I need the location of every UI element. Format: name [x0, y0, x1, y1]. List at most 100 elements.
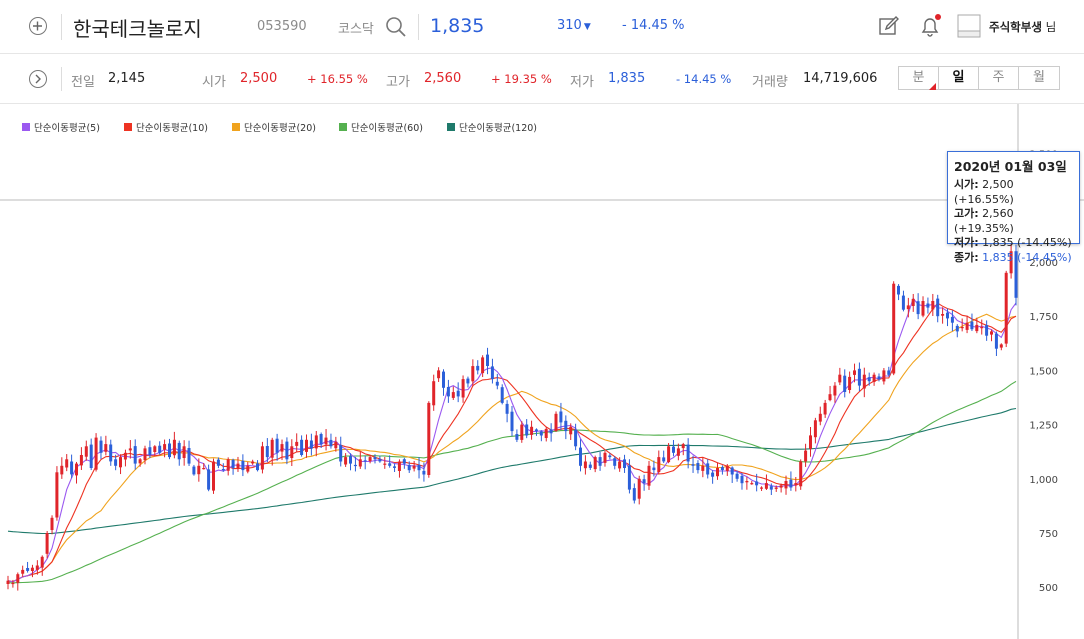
candle-body [520, 424, 524, 440]
candle-body [525, 424, 529, 436]
candle-body [290, 446, 294, 458]
user-name[interactable]: 주식학부생 님 [989, 19, 1056, 35]
expand-button[interactable] [29, 70, 47, 88]
candle-body [588, 464, 592, 468]
candle-body [608, 455, 612, 458]
candle-body [329, 439, 333, 447]
candle-body [843, 375, 847, 392]
y-tick-label: 1,000 [1029, 475, 1058, 486]
candle-body [84, 446, 88, 457]
candle-body [481, 357, 485, 374]
candle-body [911, 298, 915, 306]
legend-ma120[interactable]: 단순이동평균(120) [447, 120, 537, 134]
period-day-tab[interactable]: 일 [939, 67, 979, 89]
legend-ma60[interactable]: 단순이동평균(60) [339, 120, 423, 134]
candle-body [701, 465, 705, 471]
candle-body [735, 473, 739, 479]
user-name-text: 주식학부생 [989, 20, 1042, 34]
avatar[interactable] [957, 14, 981, 38]
stock-name[interactable]: 한국테크놀로지 [73, 13, 202, 42]
candle-body [353, 464, 357, 467]
candle-body [931, 301, 935, 310]
candle-body [926, 303, 930, 308]
candle-body [119, 457, 122, 468]
candle-body [994, 333, 998, 349]
legend-swatch [232, 123, 240, 131]
candle-body [764, 483, 768, 489]
candle-body [60, 465, 64, 475]
legend-ma20[interactable]: 단순이동평균(20) [232, 120, 316, 134]
candle-body [226, 459, 230, 471]
candle-body [26, 568, 30, 571]
candle-body [417, 465, 421, 471]
candle-body [114, 459, 118, 466]
notification-bell-icon[interactable] [918, 13, 944, 39]
candle-body [437, 370, 441, 379]
candle-body [70, 461, 74, 475]
candle-body [471, 366, 475, 382]
candle-body [383, 463, 387, 465]
period-selector: 분 일 주 월 [898, 66, 1060, 90]
candle-body [862, 374, 866, 389]
candle-body [569, 426, 573, 435]
search-icon[interactable] [385, 16, 407, 38]
stock-header: 한국테크놀로지 053590 코스닥 1,835 310 ▼ - 14.45 % … [0, 0, 1084, 54]
candle-body [45, 533, 49, 554]
candle-body [579, 447, 582, 466]
prev-close-label: 전일 [71, 75, 95, 90]
candle-body [422, 470, 426, 475]
low-value: 1,835 [608, 71, 646, 86]
candle-body [231, 459, 235, 468]
high-label: 고가 [386, 75, 410, 90]
candle-body [270, 439, 274, 458]
candle-body [35, 565, 39, 570]
candle-body [652, 467, 656, 471]
candle-body [950, 316, 954, 323]
candle-body [339, 445, 343, 462]
candle-body [999, 344, 1003, 348]
candle-body [319, 434, 323, 445]
candle-body [153, 446, 157, 452]
candle-body [305, 439, 308, 452]
candle-body [65, 459, 69, 468]
candle-body [187, 448, 191, 464]
candle-body [500, 387, 504, 403]
candle-body [696, 463, 700, 471]
candle-body [804, 450, 808, 462]
candle-body [16, 574, 20, 583]
candle-body [613, 458, 617, 466]
period-week-tab[interactable]: 주 [979, 67, 1019, 89]
candle-body [691, 464, 695, 466]
market-label: 코스닥 [338, 22, 374, 37]
price-chart[interactable]: 2,5002,2502,0001,7501,5001,2501,00075050… [0, 104, 1084, 639]
candle-body [461, 379, 465, 398]
tooltip-high: 고가: 2,560 (+19.35%) [954, 207, 1014, 235]
candle-body [236, 463, 240, 469]
candle-body [809, 435, 812, 449]
candle-body [300, 439, 304, 455]
candle-body [505, 403, 509, 414]
candle-body [275, 438, 279, 453]
candle-body [662, 457, 666, 462]
period-month-tab[interactable]: 월 [1019, 67, 1059, 89]
candle-body [818, 413, 822, 422]
legend-swatch [22, 123, 30, 131]
add-stock-button[interactable] [29, 17, 47, 35]
legend-ma5[interactable]: 단순이동평균(5) [22, 120, 100, 134]
candle-body [554, 413, 558, 431]
high-rate: + 19.35 % [491, 72, 552, 86]
candle-body [495, 381, 499, 386]
candle-body [212, 461, 215, 491]
legend-ma10[interactable]: 단순이동평균(10) [124, 120, 208, 134]
candle-body [901, 295, 905, 310]
candle-body [559, 411, 563, 423]
candle-body [755, 481, 759, 486]
edit-icon[interactable] [878, 15, 900, 37]
prev-close-value: 2,145 [108, 71, 146, 86]
candle-body [769, 486, 773, 490]
chart-tooltip: 2020년 01월 03일 시가: 2,500 (+16.55%) 고가: 2,… [947, 151, 1080, 264]
tooltip-close: 종가: 1,835 (-14.45%) [954, 250, 1072, 264]
candle-body [774, 487, 778, 489]
open-label: 시가 [202, 75, 226, 90]
candle-body [916, 301, 920, 315]
